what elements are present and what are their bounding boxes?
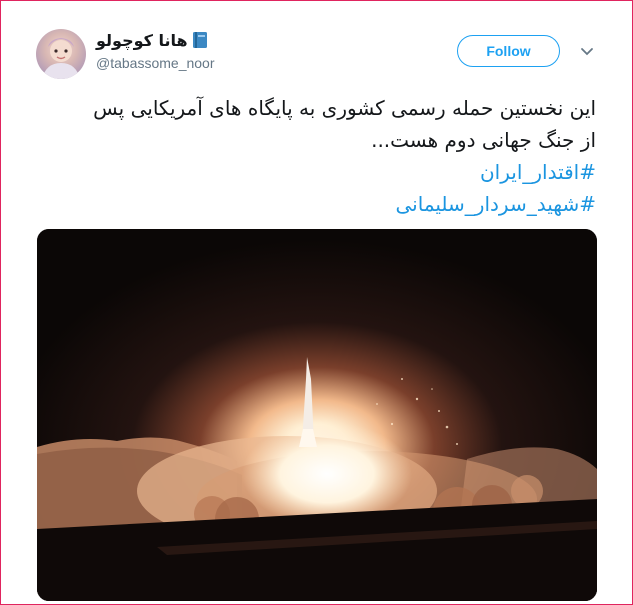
book-icon bbox=[190, 30, 210, 50]
display-name[interactable]: هانا کوچولو bbox=[96, 31, 188, 50]
tweet-text-line: این نخستین حمله رسمی کشوری به پایگاه های… bbox=[93, 96, 596, 120]
avatar[interactable] bbox=[36, 29, 86, 79]
author-handle[interactable]: @tabassome_noor bbox=[96, 55, 215, 71]
follow-button[interactable]: Follow bbox=[457, 35, 560, 67]
tweet-text: این نخستین حمله رسمی کشوری به پایگاه های… bbox=[36, 92, 596, 220]
tweet-media-photo[interactable] bbox=[37, 229, 597, 601]
hashtag-link[interactable]: #شهید_سردار_سلیمانی bbox=[36, 188, 597, 220]
missile-launch-photo bbox=[37, 229, 597, 601]
author-name-row[interactable]: هانا کوچولو bbox=[96, 28, 210, 52]
hashtag-link[interactable]: #اقتدار_ایران bbox=[36, 156, 596, 188]
tweet-text-line: از جنگ جهانی دوم هست... bbox=[371, 128, 596, 152]
chevron-down-icon[interactable] bbox=[578, 44, 596, 60]
